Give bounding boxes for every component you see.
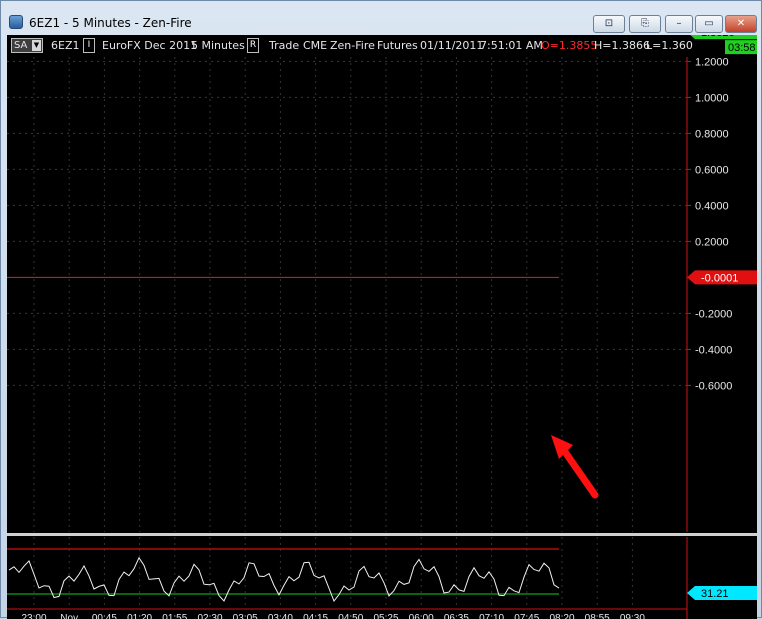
indicator-value-label: 31.21 — [701, 588, 729, 600]
close-button[interactable]: ✕ — [725, 15, 757, 33]
price-tick-label: -0.6000 — [695, 380, 732, 392]
last-price-label: 1.3626 — [701, 35, 735, 39]
price-tick-label: 0.4000 — [695, 200, 729, 212]
time-tick-label: 01:20 — [127, 613, 152, 619]
time-tick-label: 04:15 — [303, 613, 328, 619]
time-tick-label: 23:00 — [21, 613, 46, 619]
price-tick-label: -0.4000 — [695, 344, 732, 356]
time-tick-label: 02:30 — [197, 613, 222, 619]
time-tick-label: 03:05 — [233, 613, 258, 619]
time-tick-label: 08:20 — [549, 613, 574, 619]
countdown-label: 03:58 — [728, 42, 756, 54]
time-tick-label: 00:45 — [92, 613, 117, 619]
window-title: 6EZ1 - 5 Minutes - Zen-Fire — [29, 16, 192, 30]
chart-area[interactable]: SA ▼ 6EZ1 I EuroFX Dec 2011 5 Minutes R … — [7, 35, 757, 619]
time-tick-label: 03:40 — [268, 613, 293, 619]
line-value-label: -0.0001 — [701, 272, 738, 284]
title-bar[interactable]: 6EZ1 - 5 Minutes - Zen-Fire ⊡ ⎘ – ▭ ✕ — [1, 1, 761, 33]
app-icon — [9, 15, 23, 29]
time-tick-label: 05:25 — [373, 613, 398, 619]
pin-window-button[interactable]: ⊡ — [593, 15, 625, 33]
time-tick-label: 06:00 — [409, 613, 434, 619]
time-tick-label: 09:30 — [620, 613, 645, 619]
maximize-button[interactable]: ▭ — [695, 15, 723, 33]
price-tick-label: 0.6000 — [695, 164, 729, 176]
time-tick-label: 08:55 — [585, 613, 610, 619]
price-tick-label: 0.8000 — [695, 128, 729, 140]
minimize-button[interactable]: – — [665, 15, 693, 33]
annotation-arrow-shaft — [559, 445, 599, 499]
time-tick-label: 07:10 — [479, 613, 504, 619]
time-tick-label: 04:50 — [338, 613, 363, 619]
chart-window: 6EZ1 - 5 Minutes - Zen-Fire ⊡ ⎘ – ▭ ✕ SA… — [0, 0, 762, 619]
price-tick-label: 1.0000 — [695, 92, 729, 104]
price-chart-canvas[interactable]: 1.80001.60001.40001.20001.00000.80000.60… — [7, 35, 757, 619]
time-tick-label: 06:35 — [444, 613, 469, 619]
price-tick-label: -0.2000 — [695, 308, 732, 320]
time-tick-label: Nov — [60, 613, 78, 619]
price-tick-label: 0.2000 — [695, 236, 729, 248]
time-tick-label: 07:45 — [514, 613, 539, 619]
price-tick-label: 1.2000 — [695, 56, 729, 68]
link-window-button[interactable]: ⎘ — [629, 15, 661, 33]
time-tick-label: 01:55 — [162, 613, 187, 619]
